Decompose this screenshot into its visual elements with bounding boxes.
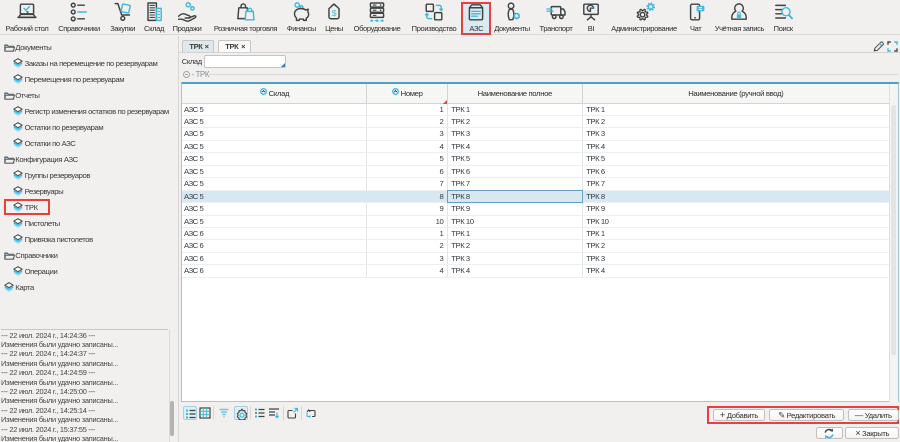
svg-text:$: $ (332, 8, 337, 18)
